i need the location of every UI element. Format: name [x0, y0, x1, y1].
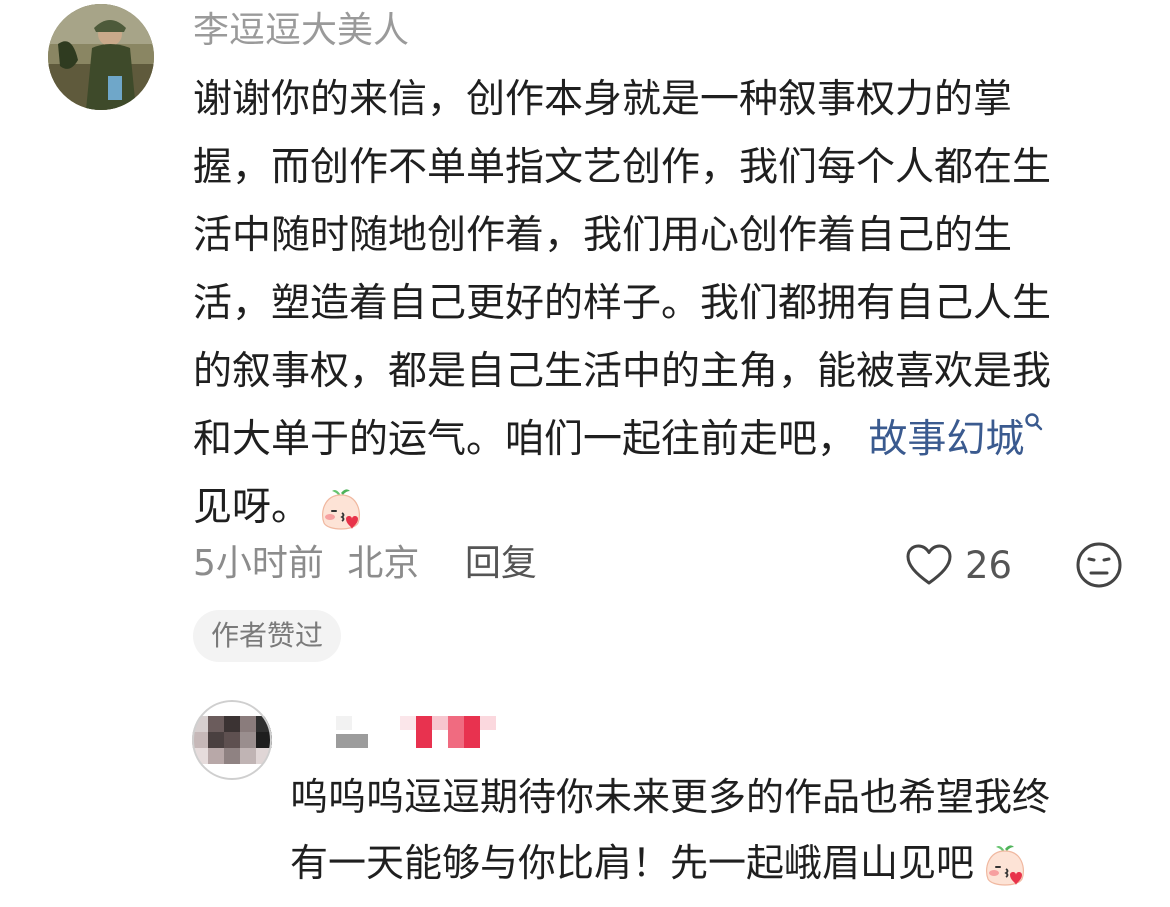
topic-link[interactable]: 故事幻城: [868, 413, 1044, 462]
reply-line: 有一天能够与你比肩！先一起峨眉山见吧: [290, 830, 1150, 896]
peach-blush-emoji: [985, 844, 1025, 886]
comment-line: 和大单于的运气。咱们一起往前走吧， 故事幻城: [193, 406, 1133, 474]
like-button[interactable]: 26: [905, 538, 1012, 592]
reply-line: 呜呜呜逗逗期待你未来更多的作品也希望我终: [290, 775, 1051, 819]
reply-avatar[interactable]: [192, 700, 272, 780]
comment-line: 活，塑造着自己更好的样子。我们都拥有自己人生: [193, 281, 1052, 326]
comment-line: 谢谢你的来信，创作本身就是一种叙事权力的掌: [193, 77, 1013, 122]
comment-line: 握，而创作不单单指文艺创作，我们每个人都在生: [193, 145, 1052, 190]
comment-line-text: 见呀。: [193, 485, 311, 530]
neutral-face-icon[interactable]: [1074, 540, 1124, 590]
comment-meta: 5小时前 北京 回复: [193, 536, 549, 592]
comment-line: 活中随时随地创作着，我们用心创作着自己的生: [193, 213, 1013, 258]
search-icon: [1025, 413, 1043, 431]
peach-blush-emoji: [321, 488, 361, 530]
comment-line: 见呀。: [193, 474, 1133, 542]
reply-button[interactable]: 回复: [465, 543, 537, 584]
comment-location: 北京: [347, 543, 420, 584]
like-count: 26: [965, 543, 1013, 587]
reply-username[interactable]: [336, 712, 506, 752]
reply-text: 呜呜呜逗逗期待你未来更多的作品也希望我终 有一天能够与你比肩！先一起峨眉山见吧: [290, 764, 1150, 896]
author-liked-badge: 作者赞过: [193, 610, 342, 662]
comment-time: 5小时前: [193, 543, 324, 584]
heart-outline-icon[interactable]: [905, 543, 953, 587]
comment-text: 谢谢你的来信，创作本身就是一种叙事权力的掌 握，而创作不单单指文艺创作，我们每个…: [193, 66, 1133, 542]
reply-line-text: 有一天能够与你比肩！先一起峨眉山见吧: [290, 841, 975, 885]
topic-link-label[interactable]: 故事幻城: [868, 417, 1024, 462]
comment-line-text: 和大单于的运气。咱们一起往前走吧，: [193, 417, 857, 462]
commenter-avatar[interactable]: [48, 4, 154, 110]
commenter-username[interactable]: 李逗逗大美人: [193, 6, 409, 56]
comment-line: 的叙事权，都是自己生活中的主角，能被喜欢是我: [193, 349, 1052, 394]
